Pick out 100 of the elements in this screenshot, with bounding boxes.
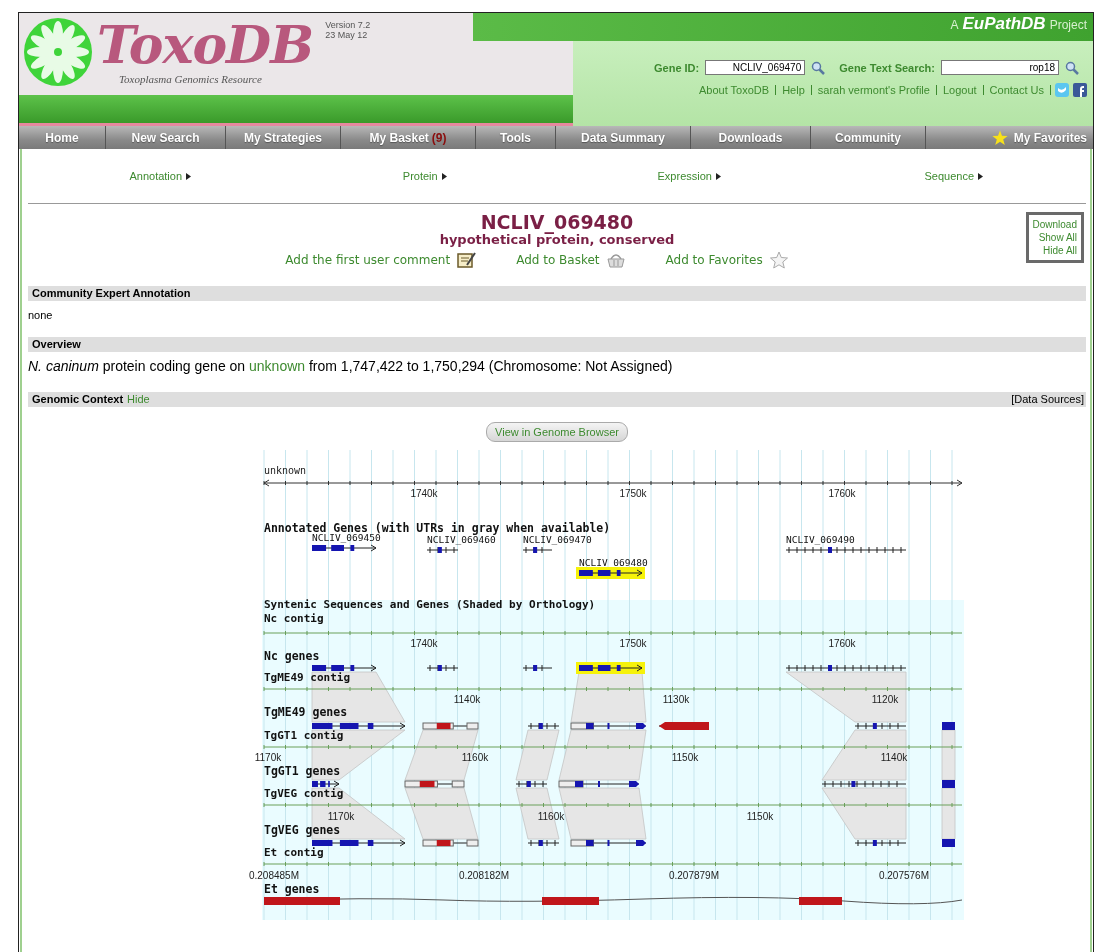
overview-text: N. caninum protein coding gene on unknown from 1,747,422 to 1,750,294 (Chromosome: Not Assigned) <box>28 358 674 374</box>
tick-label: 0.208182M <box>459 870 509 881</box>
gene-glyph[interactable] <box>311 544 377 552</box>
triangle-icon <box>441 172 447 180</box>
social-icon[interactable] <box>1073 83 1087 97</box>
orthology-band <box>941 787 956 840</box>
search-label: Gene ID: <box>654 61 700 74</box>
section-menu-link[interactable]: Sequence <box>924 170 974 182</box>
gene-glyph[interactable] <box>311 664 377 672</box>
tick-label: 1130k <box>662 694 690 705</box>
orthology-band <box>941 729 956 781</box>
version-label: Version 7.2 <box>325 20 371 30</box>
gene-glyph[interactable] <box>426 546 459 554</box>
header-link[interactable]: Logout <box>936 85 984 95</box>
gene-glyph[interactable] <box>941 839 956 847</box>
page-tool-link[interactable]: Hide All <box>1043 244 1077 257</box>
action-link[interactable]: Add to Basket <box>516 253 600 267</box>
gene-glyph[interactable] <box>941 722 956 730</box>
gene-label[interactable]: NCLIV_069460 <box>427 534 496 545</box>
gene-glyph[interactable] <box>558 780 640 788</box>
search-icon[interactable] <box>811 60 826 75</box>
gene-label[interactable]: NCLIV_069480 <box>579 557 648 568</box>
gene-glyph[interactable] <box>522 664 553 672</box>
gene-label[interactable]: NCLIV_069490 <box>786 534 855 545</box>
track-label: TgGT1 genes <box>264 764 341 778</box>
project-suffix: Project <box>1049 18 1087 32</box>
release-date: 23 May 12 <box>325 30 369 40</box>
tick-label: 0.207576M <box>879 870 929 881</box>
gene-glyph[interactable] <box>785 546 907 554</box>
hide-link[interactable]: Hide <box>127 392 150 407</box>
nav-item[interactable]: Community <box>811 126 926 149</box>
header-link[interactable]: sarah vermont's Profile <box>811 85 937 95</box>
gene-glyph[interactable] <box>941 780 956 788</box>
genome-browser-button[interactable]: View in Genome Browser <box>486 422 628 442</box>
section-title: Overview <box>32 337 81 352</box>
nav-item[interactable]: Downloads <box>691 126 811 149</box>
gene-glyph[interactable] <box>422 839 479 847</box>
section-menu-link[interactable]: Annotation <box>129 170 183 182</box>
tick-label: 1740k <box>410 488 438 499</box>
header-link[interactable]: Contact Us <box>983 85 1051 95</box>
track-title: Syntenic Sequences and Genes (Shaded by Orthology) <box>264 598 596 611</box>
gene-glyph[interactable] <box>311 780 340 788</box>
star-icon[interactable] <box>991 129 1008 146</box>
gene-glyph[interactable] <box>522 546 553 554</box>
gene-glyph[interactable] <box>785 664 907 672</box>
triangle-icon <box>978 172 983 180</box>
nav-item[interactable]: Tools <box>476 126 556 149</box>
header-link[interactable]: About ToxoDB <box>693 85 777 95</box>
gene-glyph[interactable] <box>515 780 548 788</box>
gene-glyph[interactable] <box>576 567 645 579</box>
action-link[interactable]: Add to Favorites <box>665 253 763 267</box>
track-label: TgVEG genes <box>264 823 341 837</box>
section-menu-link[interactable]: Expression <box>657 170 712 182</box>
nav-item[interactable]: My Basket (9) <box>341 126 476 149</box>
triangle-icon <box>715 172 721 180</box>
gene-glyph[interactable] <box>570 722 647 730</box>
nav-item[interactable]: My Strategies <box>226 126 341 149</box>
notepad-icon[interactable] <box>456 251 477 269</box>
data-sources-link[interactable]: [Data Sources] <box>1011 392 1086 407</box>
track-title: Annotated Genes (with UTRs in gray when available) <box>264 521 611 535</box>
basket-icon[interactable] <box>605 251 626 269</box>
search-field[interactable]: NCLIV_069470 <box>705 60 806 75</box>
tick-label: 1160k <box>461 752 489 763</box>
page-tool-link[interactable]: Download <box>1032 218 1077 231</box>
nav-item[interactable]: New Search <box>106 126 226 149</box>
search-icon[interactable] <box>1065 60 1079 75</box>
gene-glyph[interactable] <box>576 662 645 674</box>
section-menu-link[interactable]: Protein <box>402 170 438 182</box>
tick-label: 0.208485M <box>249 870 299 881</box>
logo-title[interactable]: ToxoDB <box>97 17 314 73</box>
chromosome-link[interactable]: unknown <box>249 358 306 374</box>
section-title: Genomic Context <box>32 392 124 407</box>
tick-label: 1760k <box>828 638 856 649</box>
gene-glyph[interactable] <box>311 839 406 847</box>
gene-glyph[interactable] <box>821 780 907 788</box>
gene-label[interactable]: NCLIV_069470 <box>523 534 592 545</box>
star-icon[interactable] <box>768 251 789 269</box>
nav-item[interactable]: Data Summary <box>556 126 691 149</box>
gene-glyph[interactable] <box>426 664 459 672</box>
tick-label: 1750k <box>619 488 647 499</box>
tick-label: 1740k <box>410 638 438 649</box>
nav-item[interactable]: Home <box>19 126 106 149</box>
gene-glyph[interactable] <box>527 722 560 730</box>
gene-glyph[interactable] <box>404 780 465 788</box>
action-link[interactable]: Add the first user comment <box>285 253 451 267</box>
search-label: Gene Text Search: <box>839 61 935 74</box>
tick-label: 1140k <box>880 752 908 763</box>
gene-glyph[interactable] <box>854 839 907 847</box>
gene-glyph[interactable] <box>658 722 710 730</box>
gene-glyph[interactable] <box>422 722 479 730</box>
header-link[interactable]: Help <box>776 85 812 95</box>
page-tool-link[interactable]: Show All <box>1038 231 1077 244</box>
gene-glyph[interactable] <box>311 722 406 730</box>
search-field[interactable]: rop18 <box>941 60 1059 75</box>
gene-glyph[interactable] <box>854 722 907 730</box>
gene-glyph[interactable] <box>570 839 647 847</box>
gene-glyph[interactable] <box>527 839 560 847</box>
section-title: Community Expert Annotation <box>32 286 191 301</box>
project-name[interactable]: EuPathDB <box>962 14 1046 34</box>
nav-item[interactable]: My Favorites <box>1013 130 1087 145</box>
